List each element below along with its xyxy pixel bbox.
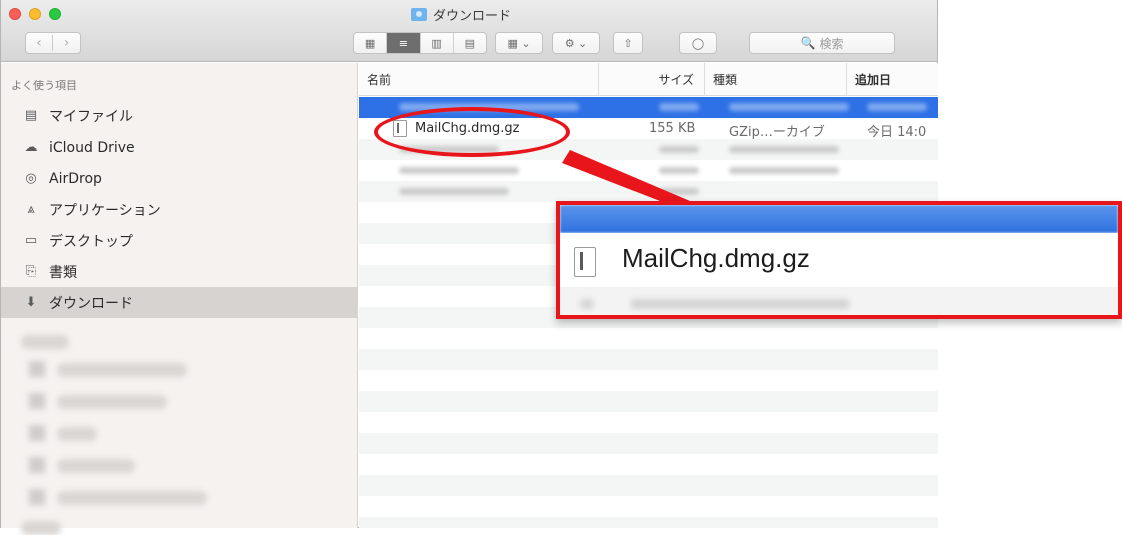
zoom-selected-row (560, 205, 1118, 233)
zoom-blurred-row (560, 287, 1118, 315)
zoom-file-row: MailChg.dmg.gz (560, 233, 1118, 287)
callout-wedge (562, 150, 690, 201)
zoom-callout: MailChg.dmg.gz (556, 201, 1122, 319)
highlight-ellipse (374, 107, 570, 157)
zoom-file-name: MailChg.dmg.gz (622, 243, 810, 273)
archive-file-icon (574, 247, 596, 277)
